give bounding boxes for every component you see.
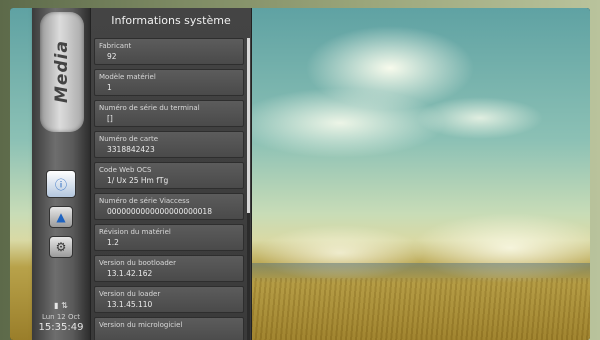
- info-item-firmware-version[interactable]: Version du micrologiciel: [94, 317, 244, 340]
- status-icons: ▮ ⇅: [54, 301, 68, 310]
- item-value: 0000000000000000000018: [107, 207, 212, 216]
- item-value: 3318842423: [107, 145, 155, 154]
- info-item-hardware-model[interactable]: Modèle matériel 1: [94, 69, 244, 96]
- item-value: []: [107, 114, 113, 123]
- item-value: 1.2: [107, 238, 119, 247]
- media-tab-label: Media: [52, 40, 72, 104]
- info-item-viaccess-serial[interactable]: Numéro de série Viaccess 000000000000000…: [94, 193, 244, 220]
- info-item-card-number[interactable]: Numéro de carte 3318842423: [94, 131, 244, 158]
- item-value: 13.1.42.162: [107, 269, 153, 278]
- clock-date: Lun 12 Oct: [41, 313, 81, 321]
- info-item-ocs-web-code[interactable]: Code Web OCS 1/ Ux 25 Hm fTg: [94, 162, 244, 189]
- clock-time: 15:35:49: [38, 322, 84, 333]
- background-wheat-field: [250, 278, 590, 340]
- item-label: Numéro de série du terminal: [99, 104, 200, 112]
- info-item-manufacturer[interactable]: Fabricant 92: [94, 38, 244, 65]
- item-label: Version du micrologiciel: [99, 321, 183, 329]
- item-label: Version du bootloader: [99, 259, 176, 267]
- info-item-bootloader-version[interactable]: Version du bootloader 13.1.42.162: [94, 255, 244, 282]
- item-value: 1/ Ux 25 Hm fTg: [107, 176, 169, 185]
- item-label: Version du loader: [99, 290, 161, 298]
- panel-title: Informations système: [111, 14, 231, 27]
- item-value: 92: [107, 52, 117, 61]
- settings-icon[interactable]: ⚙: [49, 236, 73, 258]
- tv-screen: Media ⓘ ▲ ⚙ ▮ ⇅ Lun 12 Oct 15:35:49 Info…: [10, 8, 590, 340]
- info-item-hardware-revision[interactable]: Révision du matériel 1.2: [94, 224, 244, 251]
- item-label: Fabricant: [99, 42, 132, 50]
- item-label: Modèle matériel: [99, 73, 156, 81]
- item-label: Code Web OCS: [99, 166, 152, 174]
- info-item-terminal-serial[interactable]: Numéro de série du terminal []: [94, 100, 244, 127]
- info-item-loader-version[interactable]: Version du loader 13.1.45.110: [94, 286, 244, 313]
- item-label: Révision du matériel: [99, 228, 171, 236]
- item-label: Numéro de série Viaccess: [99, 197, 190, 205]
- item-value: 1: [107, 83, 112, 92]
- item-value: 13.1.45.110: [107, 300, 153, 309]
- item-label: Numéro de carte: [99, 135, 159, 143]
- info-icon[interactable]: ⓘ: [46, 170, 76, 198]
- scrollbar-thumb[interactable]: [247, 38, 250, 213]
- upload-icon[interactable]: ▲: [49, 206, 73, 228]
